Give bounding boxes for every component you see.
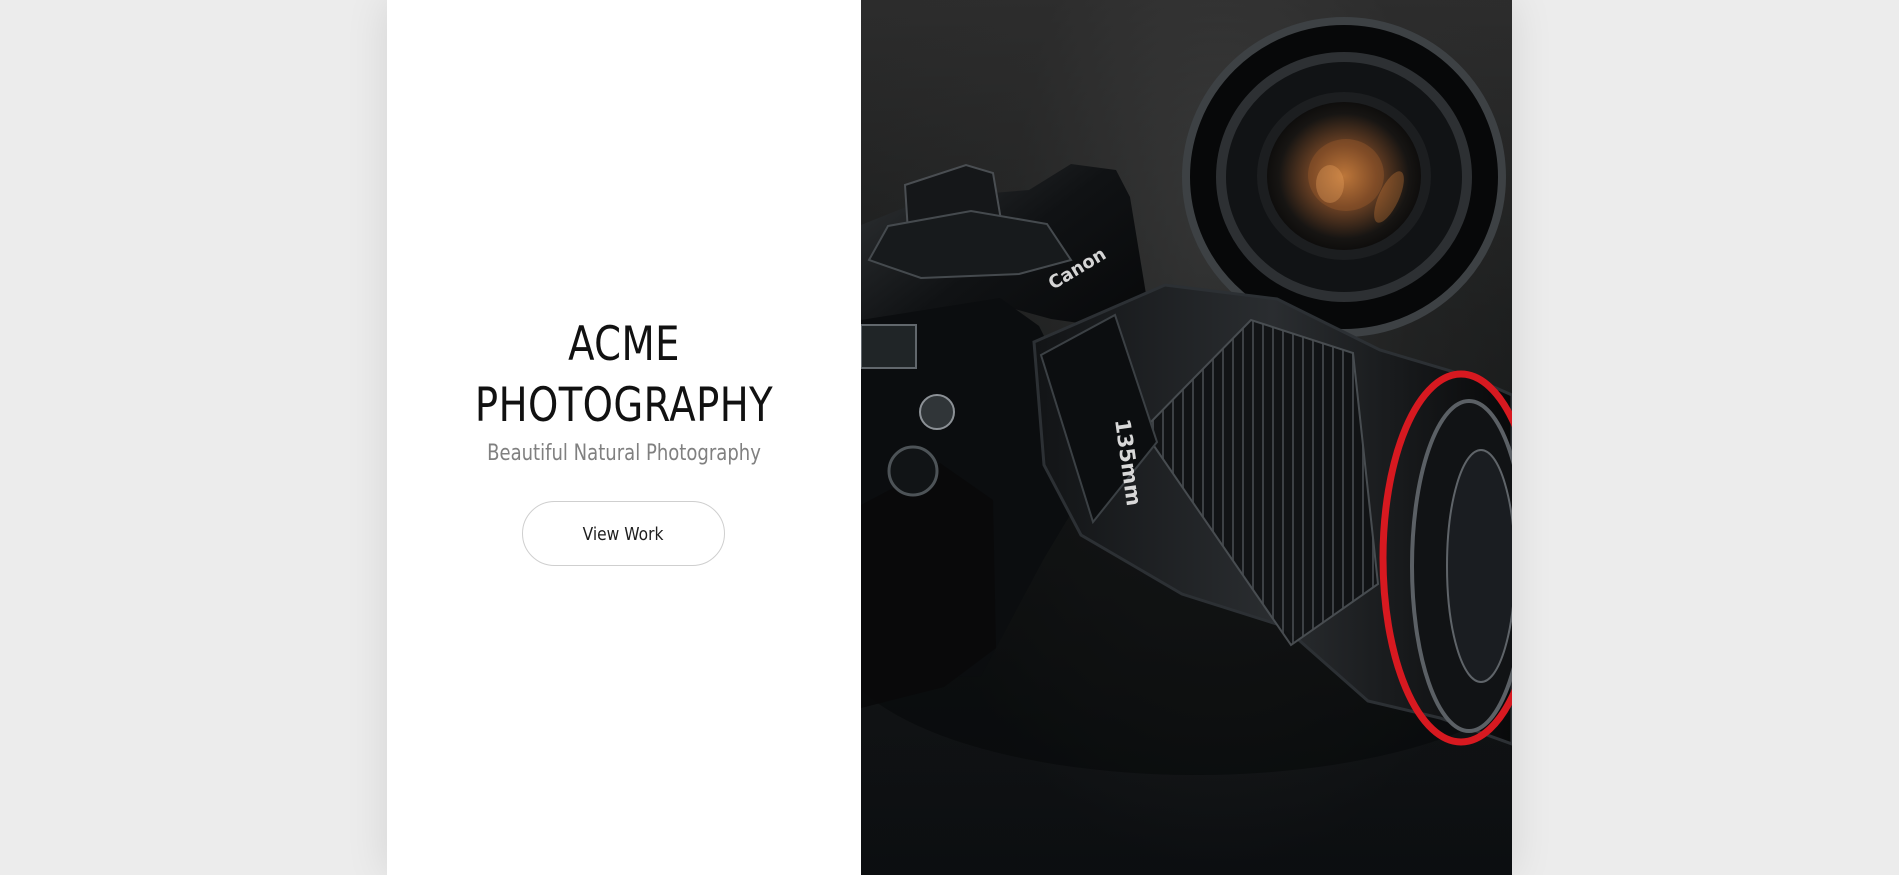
- hero-text-block: ACME PHOTOGRAPHY Beautiful Natural Photo…: [387, 314, 861, 469]
- camera-hero-image: Canon 135mm: [861, 0, 1512, 875]
- view-work-button-label: View Work: [583, 524, 664, 545]
- site-tagline: Beautiful Natural Photography: [487, 441, 761, 466]
- camera-control-button-icon: [887, 445, 939, 497]
- landing-page: ACME PHOTOGRAPHY Beautiful Natural Photo…: [387, 0, 1512, 875]
- site-title-line-2: PHOTOGRAPHY: [474, 378, 774, 433]
- camera-photo-illustration: Canon 135mm: [861, 17, 1512, 775]
- site-title-line-1: ACME: [568, 317, 680, 372]
- camera-dial-icon: [919, 394, 955, 430]
- intro-panel: ACME PHOTOGRAPHY Beautiful Natural Photo…: [387, 0, 861, 875]
- view-work-button[interactable]: View Work: [522, 501, 725, 566]
- front-lens: [1182, 17, 1506, 337]
- site-title: ACME PHOTOGRAPHY: [430, 314, 819, 436]
- camera-lcd-window: [861, 324, 917, 369]
